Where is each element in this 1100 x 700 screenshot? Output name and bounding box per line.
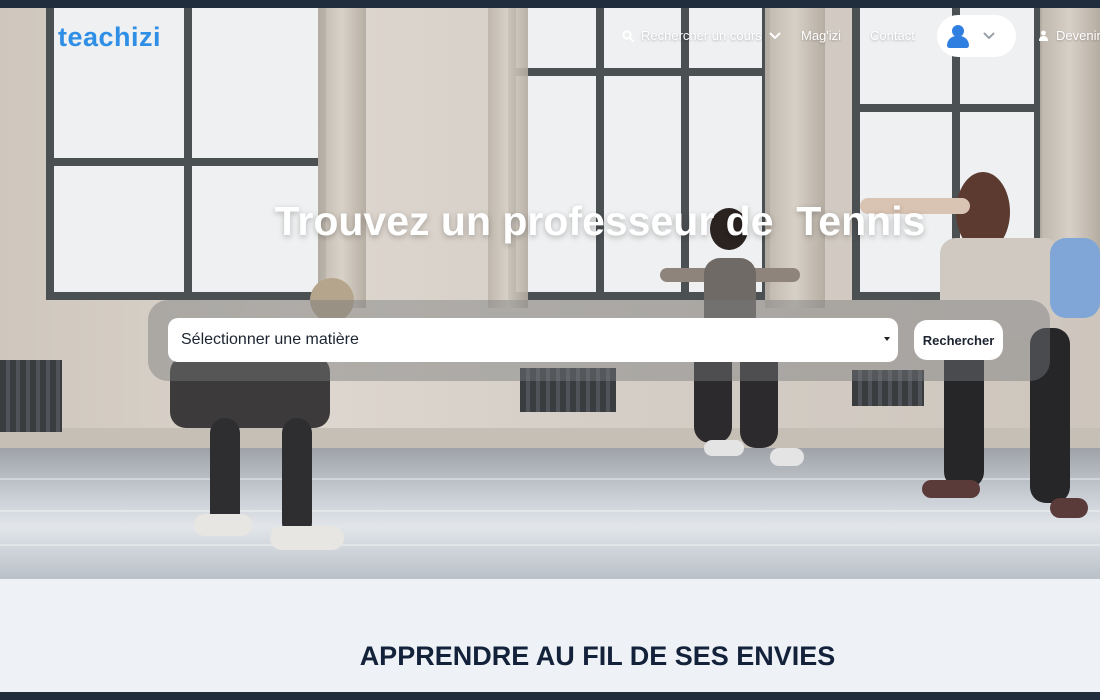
search-button[interactable]: Rechercher — [914, 320, 1003, 360]
nav-search-courses[interactable]: Rechercher un cours — [622, 28, 781, 43]
search-icon — [622, 29, 634, 42]
nav-become-teacher[interactable]: Devenir — [1038, 28, 1100, 43]
search-panel: Sélectionner une matière Rechercher — [148, 300, 1050, 381]
section-title: APPRENDRE AU FIL DE SES ENVIES — [359, 641, 836, 671]
nav-search-label: Rechercher un cours — [641, 28, 762, 43]
chevron-down-icon — [983, 32, 995, 39]
window-bottom-edge — [0, 692, 1100, 700]
subject-select-label: Sélectionner une matière — [181, 331, 359, 348]
subject-select[interactable]: Sélectionner une matière — [168, 318, 898, 362]
user-icon — [945, 23, 971, 49]
hero-title-wrapper: Trouvez un professeur de Tennis — [0, 8, 1100, 579]
nav-magazine[interactable]: Mag'izi — [801, 28, 841, 43]
window-top-edge — [0, 0, 1100, 8]
teacher-icon — [1039, 30, 1048, 41]
account-menu-button[interactable] — [937, 15, 1016, 57]
chevron-down-icon — [769, 32, 781, 39]
nav-become-label: Devenir — [1056, 28, 1100, 43]
nav-contact[interactable]: Contact — [870, 28, 915, 43]
nav-magazine-label: Mag'izi — [801, 28, 842, 43]
intro-section: APPRENDRE AU FIL DE SES ENVIES — [0, 579, 1100, 692]
teachizi-logo[interactable]: teachizi — [58, 22, 161, 53]
caret-down-icon — [884, 337, 890, 341]
hero-banner: Trouvez un professeur de Tennis Sélectio… — [0, 8, 1100, 579]
nav-contact-label: Contact — [870, 28, 915, 43]
hero-title: Trouvez un professeur de Tennis — [274, 198, 926, 244]
